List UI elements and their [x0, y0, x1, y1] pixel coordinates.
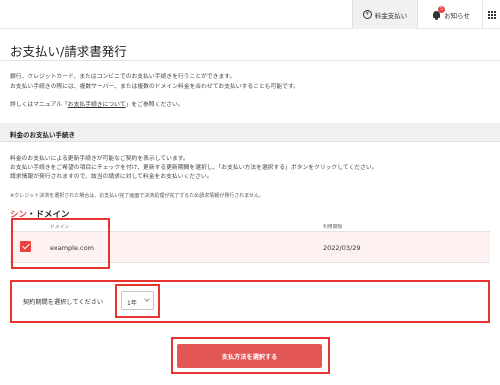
period-select-value: 1年: [127, 300, 137, 307]
section-title: 料金のお支払い手続き: [10, 131, 75, 139]
select-payment-method-button[interactable]: 支払方法を選択する: [177, 344, 322, 368]
section-header: 料金のお支払い手続き: [0, 123, 500, 142]
intro-line-1: 銀行、クレジットカード、またはコンビニでのお支払い手続きを行うことができます。: [10, 74, 236, 80]
manual-reference: 詳しくはマニュアル「お支払手続きについて」をご参照ください。: [10, 102, 184, 108]
section-desc-2: お支払い手続きをご希望の項目にチェックを付け、更新する更新期間を選択し、「お支払…: [10, 165, 378, 171]
chevron-down-icon: [144, 296, 150, 302]
apps-menu-button[interactable]: [482, 0, 500, 29]
grid-icon: [487, 10, 496, 19]
section-desc-1: 料金のお支払いによる更新手続きが可能なご契約を表示しています。: [10, 156, 189, 162]
period-select[interactable]: 1年: [121, 291, 154, 310]
expiry-date: 2022/03/29: [323, 244, 361, 252]
payment-nav-label: 料金支払い: [374, 11, 408, 20]
title-divider: [0, 60, 500, 61]
bell-icon: 5: [432, 5, 446, 20]
manual-link[interactable]: お支払手続きについて: [68, 102, 126, 108]
credit-note: ※クレジット決済を選択された場合は、お支払い完了画面で決済処理が完了するため請求…: [10, 193, 265, 199]
intro-line-2: お支払い手続きの際には、複数サーバー、または複数のドメイン料金を合わせてお支払い…: [10, 84, 299, 90]
notice-nav-label: お知らせ: [444, 11, 470, 20]
payment-nav-button[interactable]: ¥ 料金支払い: [352, 0, 418, 29]
highlight-checkbox-area: [11, 218, 110, 269]
yen-icon: ¥: [362, 10, 372, 19]
notice-nav-button[interactable]: 5 お知らせ: [426, 0, 476, 29]
period-label: 契約期間を選択してください: [23, 299, 104, 306]
section-desc-3: 請求情報が発行されますので、該当の請求に対して料金をお支払いください。: [10, 174, 213, 180]
column-header-expiry: 利用期限: [323, 225, 343, 230]
top-bar: ¥ 料金支払い 5 お知らせ: [0, 0, 500, 29]
page-title: お支払い/請求書発行: [10, 44, 127, 59]
notice-badge: 5: [438, 5, 446, 13]
